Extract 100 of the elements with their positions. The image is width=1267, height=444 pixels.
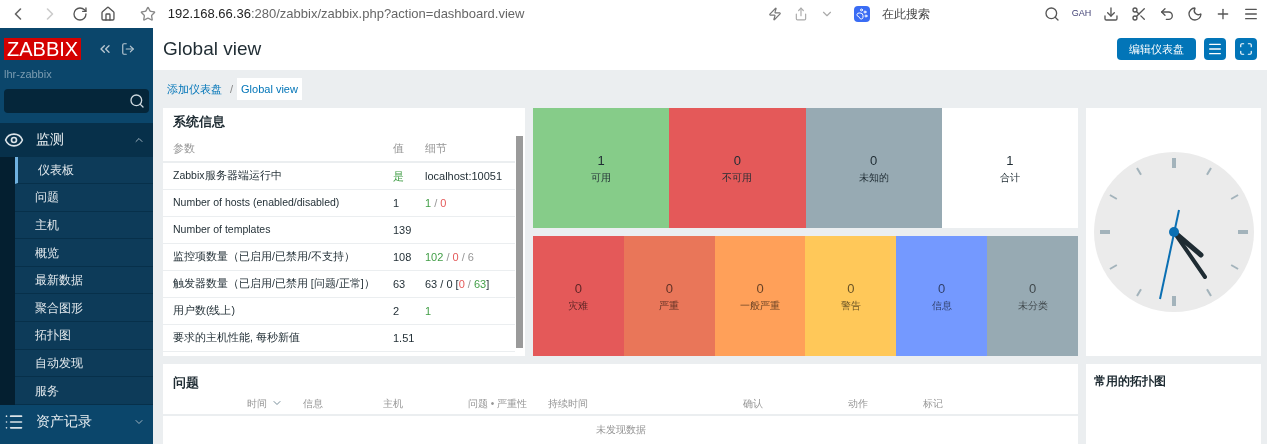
table-cell-text: 63: [393, 276, 407, 292]
undo-icon[interactable]: [1159, 6, 1176, 22]
tile-label: 未知的: [858, 171, 889, 186]
moon-icon[interactable]: [1187, 6, 1204, 22]
server-name: lhr-zabbix: [3, 67, 53, 82]
menu-section[interactable]: 监测: [0, 122, 153, 157]
tile-count: 0: [1028, 279, 1037, 298]
tile-label: 灾难: [568, 299, 589, 314]
table-cell-text: Number of templates: [173, 222, 272, 238]
sidebar-item[interactable]: 聚合图形: [15, 294, 153, 323]
panel-title: 常用的拓扑图: [1094, 373, 1167, 390]
tile-label: 可用: [591, 171, 612, 186]
menu-icon[interactable]: [1204, 38, 1226, 60]
sidebar-item[interactable]: 拓扑图: [15, 322, 153, 350]
tile-count: 0: [870, 151, 878, 170]
severity-tile[interactable]: 0 警告: [805, 236, 897, 356]
kiosk-icon[interactable]: [121, 42, 136, 56]
severity-tile[interactable]: 0 灾难: [533, 236, 624, 356]
star-icon[interactable]: [139, 6, 156, 22]
scrollbar[interactable]: [516, 136, 523, 348]
table-cell-text: 108: [393, 249, 413, 265]
table-cell-text: Number of hosts (enabled/disabled): [173, 195, 341, 211]
column-header[interactable]: 持续时间: [548, 395, 743, 411]
column-header[interactable]: 信息: [303, 395, 383, 411]
sidebar-item[interactable]: 最新数据: [15, 266, 153, 295]
host-status-tile[interactable]: 1 可用: [533, 108, 670, 228]
tile-label: 不可用: [722, 171, 753, 186]
tile-label: 未分类: [1017, 299, 1048, 314]
severity-tile[interactable]: 0 未分类: [987, 236, 1078, 356]
tile-count: 0: [574, 279, 583, 298]
breadcrumb-link[interactable]: 添加仪表盘: [163, 77, 226, 101]
download-icon[interactable]: [1103, 6, 1120, 22]
severity-tile[interactable]: 0 一般严重: [714, 236, 806, 356]
lightning-icon[interactable]: [768, 7, 783, 21]
table-cell-text: 1: [425, 303, 433, 319]
table-cell-text: 139: [393, 222, 413, 238]
tile-label: 合计: [999, 171, 1020, 186]
empty-message: 未发现数据: [594, 423, 647, 437]
column-header[interactable]: 主机: [383, 395, 468, 411]
tile-count: 0: [938, 279, 946, 298]
edit-dashboard-button[interactable]: 编辑仪表盘: [1117, 38, 1196, 60]
panel-title: 系统信息: [172, 113, 226, 132]
menu-icon[interactable]: [1243, 6, 1259, 22]
sidebar-item[interactable]: 概览: [15, 239, 153, 267]
severity-tile[interactable]: 0 严重: [623, 236, 715, 356]
table-cell-text: 要求的主机性能, 每秒新值: [173, 330, 301, 346]
fullscreen-icon[interactable]: [1235, 38, 1257, 60]
tile-count: 0: [847, 279, 855, 298]
home-icon[interactable]: [99, 6, 116, 22]
host-status-tile[interactable]: 0 未知的: [805, 108, 942, 228]
tile-label: 严重: [659, 299, 680, 314]
table-cell-text: 监控项数量（已启用/已禁用/不支持）: [173, 249, 356, 265]
sidebar-item[interactable]: 主机: [15, 211, 153, 240]
logo[interactable]: ZABBIX: [4, 38, 82, 60]
plus-icon[interactable]: [1215, 6, 1231, 22]
reload-icon[interactable]: [71, 6, 88, 22]
tile-count: 1: [597, 151, 605, 170]
tile-count: 0: [756, 279, 764, 298]
sidebar-item[interactable]: 问题: [15, 184, 153, 212]
tile-label: 一般严重: [740, 299, 781, 314]
tile-count: 0: [733, 151, 741, 170]
severity-tile[interactable]: 0 信息: [896, 236, 988, 356]
table-cell-text: 触发器数量（已启用/已禁用 [问题/正常]）: [173, 276, 376, 292]
address-bar-url[interactable]: 192.168.66.36:280/zabbix/zabbix.php?action=dashboard.view: [167, 4, 727, 24]
table-cell-text: 1.51: [393, 330, 416, 346]
search-icon[interactable]: [1043, 6, 1060, 22]
column-header[interactable]: 时间: [173, 395, 303, 411]
column-header[interactable]: 标记: [923, 395, 1003, 411]
table-cell-text: Zabbix服务器端运行中: [173, 168, 283, 184]
table-cell-text: localhost:10051: [425, 168, 504, 184]
page-title: Global view: [163, 36, 263, 61]
table-cell-text: 2: [393, 303, 401, 319]
search-engine-field[interactable]: 在此搜索: [882, 5, 1032, 23]
extension-label[interactable]: GAH: [1071, 7, 1092, 21]
table-cell-text: 是: [393, 168, 405, 184]
column-header[interactable]: 动作: [848, 395, 923, 411]
sidebar-item[interactable]: 自动发现: [15, 349, 153, 378]
host-status-tile[interactable]: 0 不可用: [669, 108, 806, 228]
scissors-icon[interactable]: [1131, 6, 1148, 22]
breadcrumb-link[interactable]: Global view: [237, 77, 302, 101]
search-field[interactable]: [4, 88, 149, 113]
tile-count: 0: [665, 279, 673, 298]
column-header[interactable]: 确认: [743, 395, 848, 411]
table-cell-text: 1 / 0: [425, 195, 448, 211]
table-cell-text: 63 / 0 [0 / 63]: [425, 276, 491, 292]
column-header: 值: [393, 141, 405, 157]
sidebar-item[interactable]: 服务: [15, 377, 153, 405]
panel-title: 问题: [172, 373, 200, 392]
column-header[interactable]: 问题 • 严重性: [468, 395, 548, 411]
column-header: 细节: [425, 141, 448, 157]
column-header: 参数: [173, 141, 196, 157]
host-status-tile[interactable]: 1 合计: [941, 108, 1078, 228]
table-cell-text: 1: [393, 195, 401, 211]
table-cell-text: 102 / 0 / 6: [425, 249, 475, 265]
search-icon[interactable]: [129, 92, 145, 109]
breadcrumb-separator: /: [230, 81, 234, 97]
tile-count: 1: [1006, 151, 1014, 170]
tile-label: 警告: [840, 299, 861, 314]
sidebar-item[interactable]: 仪表板: [15, 156, 153, 185]
tile-label: 信息: [931, 299, 952, 314]
